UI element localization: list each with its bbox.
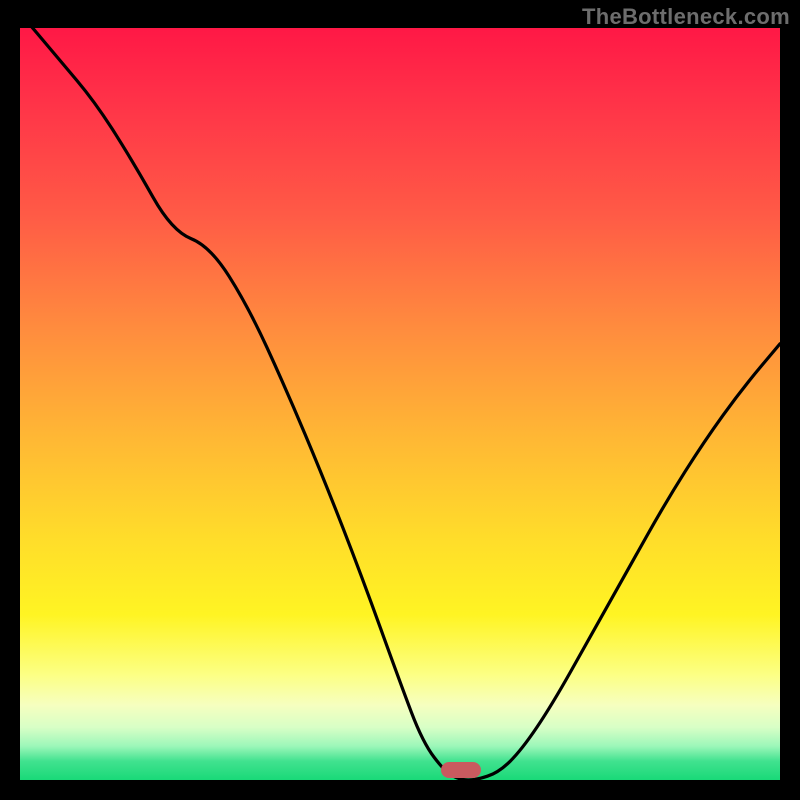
bottleneck-curve <box>20 28 780 780</box>
watermark-text: TheBottleneck.com <box>582 4 790 30</box>
chart-frame: TheBottleneck.com <box>0 0 800 800</box>
optimum-marker-pill <box>441 762 481 778</box>
plot-area <box>20 28 780 780</box>
